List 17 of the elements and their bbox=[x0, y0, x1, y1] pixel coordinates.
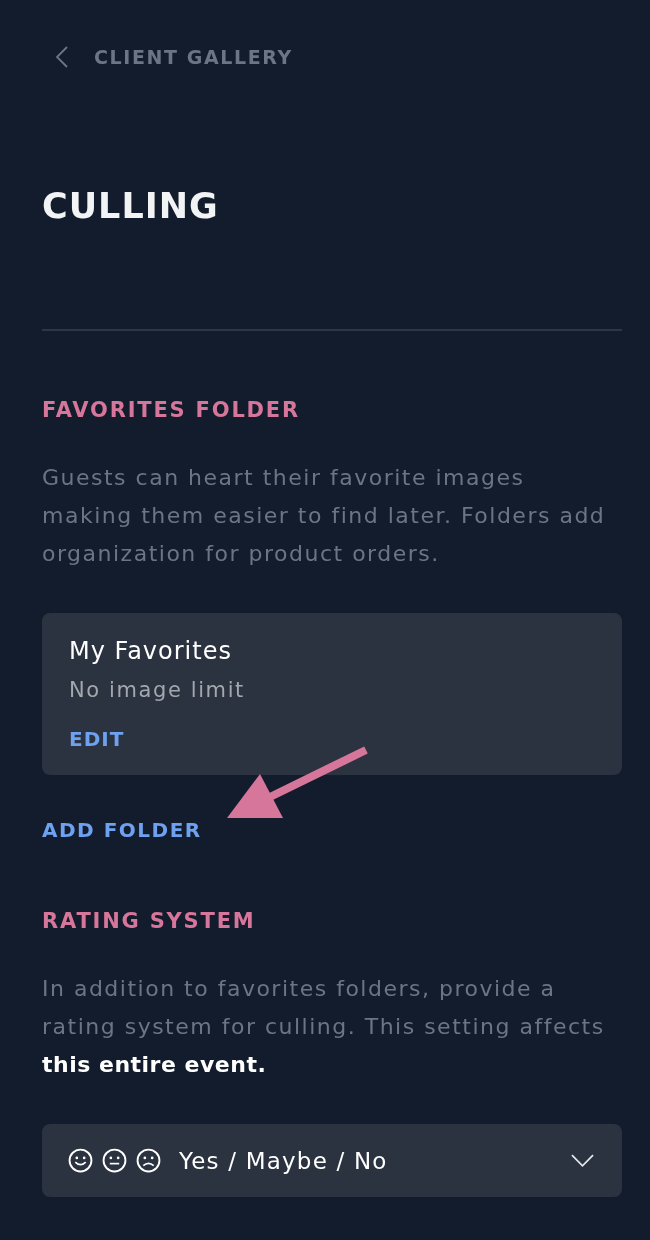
edit-link[interactable]: EDIT bbox=[69, 726, 125, 752]
select-value: Yes / Maybe / No bbox=[179, 1147, 389, 1174]
add-folder-link[interactable]: ADD FOLDER bbox=[42, 817, 202, 843]
section-description: In addition to favorites folders, provide a rating system for culling. This setting affects this entire event. bbox=[42, 975, 606, 1079]
rating-select[interactable]: Yes / Maybe / No bbox=[42, 1124, 622, 1197]
back-chevron-icon[interactable] bbox=[55, 46, 69, 68]
section-heading: FAVORITES FOLDER bbox=[42, 397, 301, 423]
neutral-face-icon bbox=[102, 1148, 127, 1173]
folder-limit: No image limit bbox=[69, 677, 245, 704]
section-description: Guests can heart their favorite images making them easier to find later. Folders add organization for product orders. bbox=[42, 464, 607, 568]
page-title: CULLING bbox=[42, 186, 220, 226]
smiling-face-icon bbox=[68, 1148, 93, 1173]
section-heading: RATING SYSTEM bbox=[42, 908, 257, 934]
folder-name: My Favorites bbox=[69, 637, 232, 665]
dropdown-chevron-icon bbox=[571, 1154, 594, 1167]
back-link[interactable]: CLIENT GALLERY bbox=[94, 45, 293, 69]
frowning-face-icon bbox=[136, 1148, 161, 1173]
